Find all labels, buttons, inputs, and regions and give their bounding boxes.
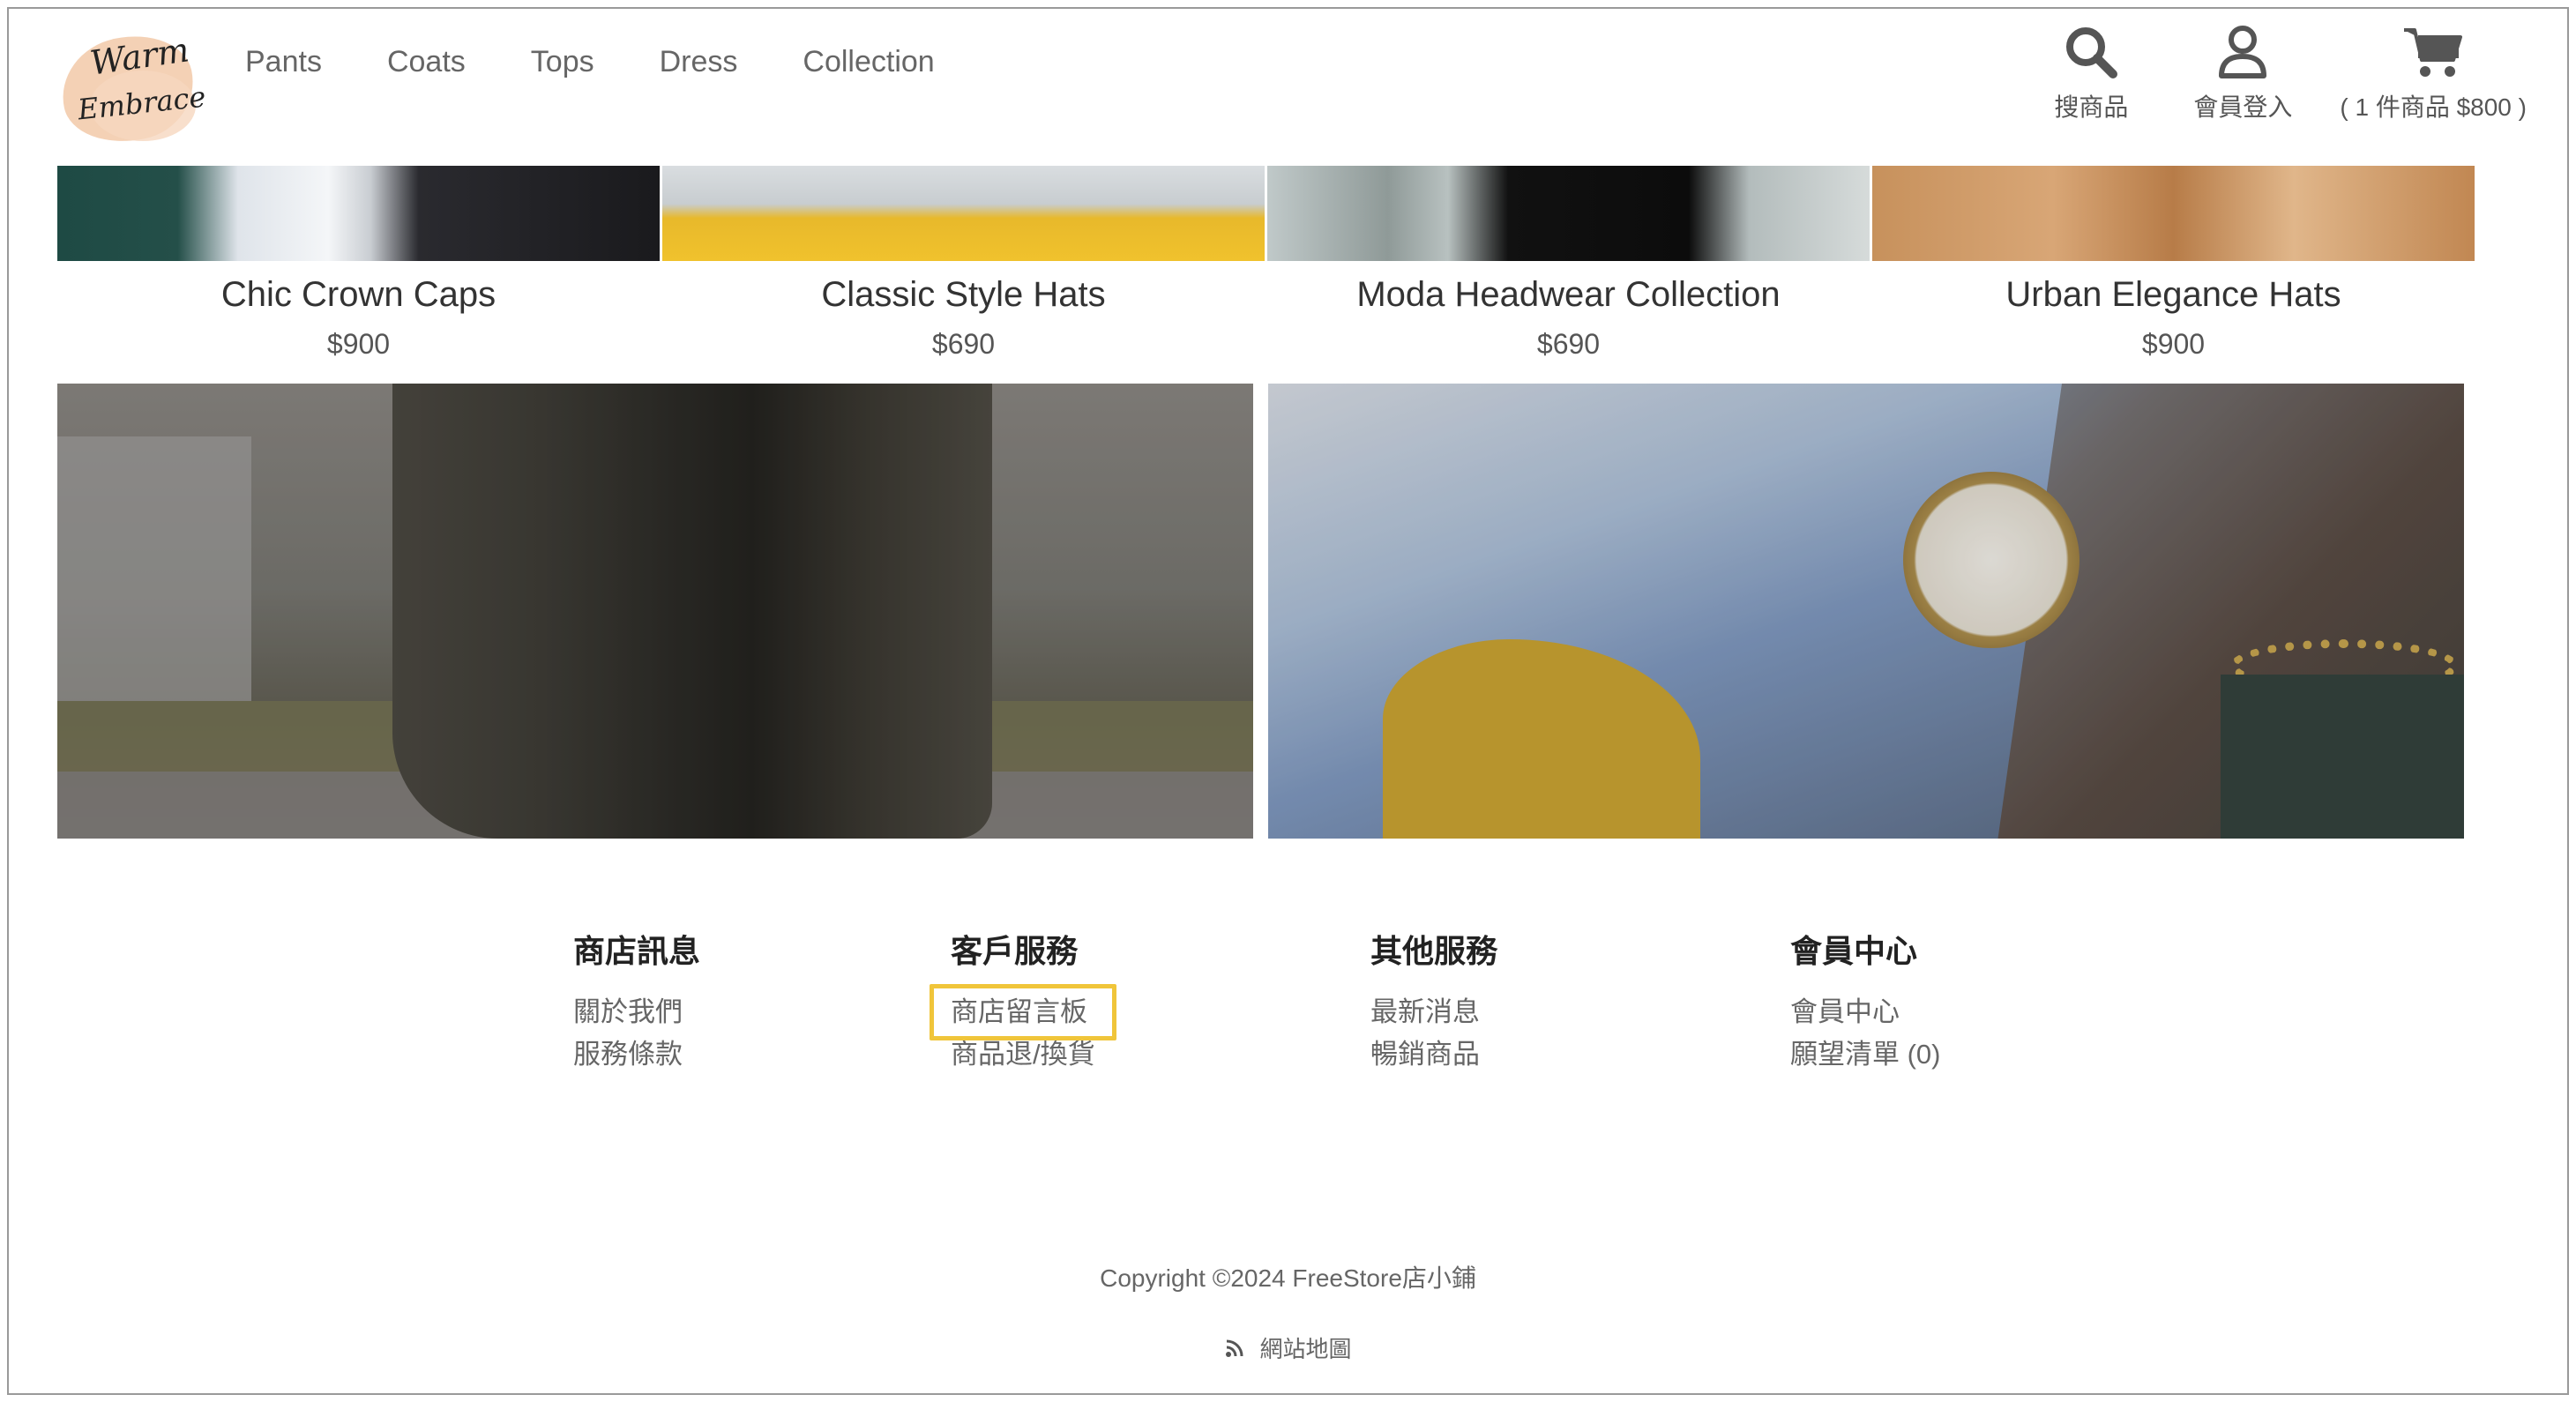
user-icon [2219, 26, 2267, 78]
product-card[interactable]: Moda Headwear Collection $690 [1267, 166, 1870, 361]
footer-heading: 會員中心 [1790, 933, 1918, 969]
sitemap-link[interactable]: 網站地圖 [9, 1331, 2567, 1364]
product-price: $690 [931, 328, 996, 360]
cart-summary: ( 1 件商品 $800 ) [2340, 93, 2527, 121]
cart-button[interactable]: ( 1 件商品 $800 ) [2340, 25, 2527, 123]
copyright-text: Copyright ©2024 FreeStore店小鋪 [1100, 1264, 1476, 1292]
footer-link-bestsellers[interactable]: 暢銷商品 [1370, 1033, 1497, 1076]
footer-heading: 客戶服務 [951, 933, 1079, 969]
header-tools: 搜商品 會員登入 ( 1 件商品 $800 ) [2054, 25, 2527, 123]
banner-overlay [1268, 384, 2464, 839]
footer-link-about[interactable]: 關於我們 [573, 991, 700, 1033]
footer-link-returns[interactable]: 商品退/換貨 [951, 1033, 1095, 1076]
product-row: Chic Crown Caps $900 Classic Style Hats … [57, 166, 2475, 361]
footer-link-news[interactable]: 最新消息 [1370, 991, 1497, 1033]
product-card[interactable]: Chic Crown Caps $900 [57, 166, 660, 361]
nav-item-pants[interactable]: Pants [245, 42, 322, 81]
footer-column-customer-service: 客戶服務 商店留言板 商品退/換貨 [951, 926, 1095, 1076]
footer-link-member-center[interactable]: 會員中心 [1790, 991, 1941, 1033]
member-login-label: 會員登入 [2193, 93, 2293, 121]
footer-column-store-info: 商店訊息 關於我們 服務條款 [573, 926, 700, 1076]
rss-icon [1226, 1339, 1243, 1357]
footer-heading: 商店訊息 [573, 933, 701, 969]
footer-link-message-board[interactable]: 商店留言板 [951, 991, 1095, 1033]
search-button[interactable]: 搜商品 [2054, 25, 2128, 123]
product-name[interactable]: Chic Crown Caps [57, 273, 660, 316]
product-price: $900 [326, 328, 391, 360]
banner-overlay [57, 384, 1253, 839]
footer-column-other-services: 其他服務 最新消息 暢銷商品 [1370, 926, 1497, 1076]
browser-viewport: Warm Embrace Pants Coats Tops Dress Coll… [7, 7, 2569, 1395]
product-name[interactable]: Urban Elegance Hats [1872, 273, 2475, 316]
member-login-button[interactable]: 會員登入 [2193, 25, 2292, 123]
promo-banner-accessories[interactable] [1268, 384, 2464, 839]
product-image[interactable] [662, 166, 1265, 261]
footer-link-wishlist[interactable]: 願望清單 (0) [1790, 1033, 1941, 1076]
product-price: $690 [1536, 328, 1601, 360]
product-image[interactable] [1872, 166, 2475, 261]
product-price: $900 [2141, 328, 2206, 360]
promo-banner-coat[interactable] [57, 384, 1253, 839]
search-icon [2066, 27, 2118, 78]
product-name[interactable]: Classic Style Hats [662, 273, 1265, 316]
nav-item-dress[interactable]: Dress [660, 42, 738, 81]
product-card[interactable]: Classic Style Hats $690 [662, 166, 1265, 361]
nav-item-tops[interactable]: Tops [531, 42, 594, 81]
sitemap-label: 網站地圖 [1259, 1336, 1352, 1362]
cart-icon [2404, 28, 2463, 77]
footer-link-terms[interactable]: 服務條款 [573, 1033, 700, 1076]
nav-item-collection[interactable]: Collection [803, 42, 934, 81]
main-nav: Pants Coats Tops Dress Collection [245, 42, 1000, 81]
product-name[interactable]: Moda Headwear Collection [1267, 273, 1870, 316]
site-logo[interactable]: Warm Embrace [52, 18, 207, 154]
product-card[interactable]: Urban Elegance Hats $900 [1872, 166, 2475, 361]
product-image[interactable] [57, 166, 660, 261]
product-image[interactable] [1267, 166, 1870, 261]
site-header: Warm Embrace Pants Coats Tops Dress Coll… [9, 9, 2567, 166]
search-label: 搜商品 [2054, 93, 2129, 121]
footer-heading: 其他服務 [1370, 933, 1498, 969]
footer-column-member-center: 會員中心 會員中心 願望清單 (0) [1790, 926, 1941, 1076]
nav-item-coats[interactable]: Coats [387, 42, 466, 81]
